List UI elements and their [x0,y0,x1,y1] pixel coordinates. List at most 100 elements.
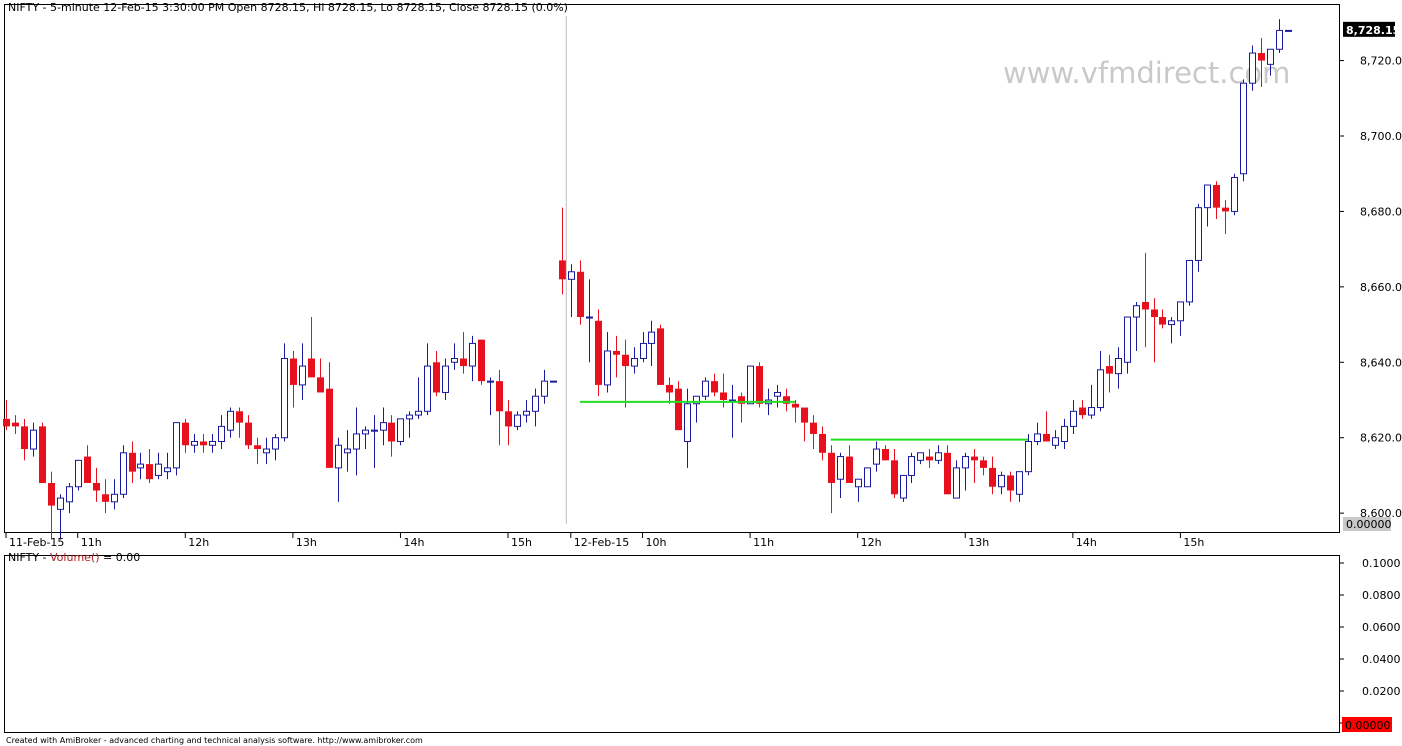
volume-pane-frame [4,555,1340,733]
x-tick-label: 12h [188,536,209,549]
candle-body [1142,301,1149,310]
candle-body [102,494,109,502]
candle-body [684,403,691,442]
candle-body [200,441,207,446]
candle [864,467,871,488]
candle-body [1007,475,1014,491]
volume-series-name: Volume() [50,551,100,564]
candle-body [1285,29,1292,32]
candle-body [926,456,933,461]
candle [900,474,907,502]
candle-body [882,449,889,461]
candle-body [1097,369,1104,409]
candle-body [702,380,709,397]
candle-body [657,328,664,385]
bottom-value-label: 0.00000 [1346,518,1392,531]
candle-body [640,342,647,360]
candle [173,422,180,476]
x-tick-label: 10h [646,536,667,549]
candle-body [648,331,655,344]
candle-body [559,260,566,280]
candle-body [137,463,144,469]
candle-body [191,440,198,446]
volume-last-value-label: 0.00000 [1345,719,1391,732]
volume-pane-title: NIFTY - Volume() = 0.00 [8,551,140,564]
candle-body [1195,207,1202,261]
candle-body [66,486,73,503]
candle-body [84,456,91,483]
watermark: www.vfmdirect.com [1003,56,1290,90]
candle-body [604,350,611,386]
candle-body [487,380,494,383]
candle [478,339,485,385]
volume-y-tick-label: 0.0800 [1362,589,1401,602]
candle-body [622,354,629,367]
candle [756,362,763,408]
candle [1231,173,1238,216]
candle-body [496,381,503,412]
candle-body [353,433,360,450]
candle-body [666,384,673,393]
candle-body [326,388,333,468]
candle-body [12,422,19,427]
candle-body [900,474,907,499]
candle-body [75,459,82,488]
candle-body [1124,316,1131,363]
candle-body [577,271,584,318]
candle-body [380,422,387,431]
x-tick-label: 15h [511,536,532,549]
candle-body [460,358,467,367]
y-tick-label: 8,640.0 [1360,356,1402,369]
candle-body [335,444,342,469]
x-tick-label: 11h [753,536,774,549]
x-tick-label: 12h [861,536,882,549]
candle-body [998,474,1005,488]
candle-body [442,365,449,393]
candle-body [48,482,55,506]
candle-body [1276,29,1283,50]
candle [595,309,602,397]
candle-body [908,456,915,476]
candle-body [397,418,404,442]
candle-body [272,437,279,450]
candle-body [1079,407,1086,416]
candle-body [344,448,351,454]
candle-body [1267,48,1274,65]
candle-body [1115,358,1122,375]
y-tick-label: 8,720.0 [1360,55,1402,68]
candle-body [281,358,288,439]
candle-body [1151,309,1158,318]
candle-body [451,358,458,363]
x-tick-label: 13h [968,536,989,549]
candle-body [819,433,826,453]
candle-body [1204,184,1211,209]
price-y-axis: 8,600.08,620.08,640.08,660.08,680.08,700… [1340,21,1402,531]
volume-title-prefix: NIFTY - [8,551,50,564]
candle-body [989,467,996,487]
y-tick-label: 8,700.0 [1360,130,1402,143]
candle-body [388,422,395,442]
candle-body [729,399,736,402]
candle-body [514,414,521,427]
candle-body [944,452,951,495]
candle-body [917,452,924,461]
volume-y-tick-label: 0.0200 [1362,685,1401,698]
candle-body [595,320,602,385]
candle-body [1034,433,1041,442]
candle-body [469,342,476,367]
candle-body [1106,366,1113,374]
candle [657,324,664,385]
candle-body [953,467,960,499]
candle-body [864,467,871,488]
volume-y-tick-label: 0.0600 [1362,621,1401,634]
x-tick-label: 12-Feb-15 [574,536,629,549]
candle [1186,259,1193,306]
candle-body [299,365,306,386]
candle-body [290,358,297,385]
candle-body [980,460,987,468]
candle-body [1168,320,1175,326]
candle-body [675,388,682,431]
volume-title-suffix: = 0.00 [100,551,141,564]
candle-body [523,410,530,416]
x-tick-label: 15h [1183,536,1204,549]
